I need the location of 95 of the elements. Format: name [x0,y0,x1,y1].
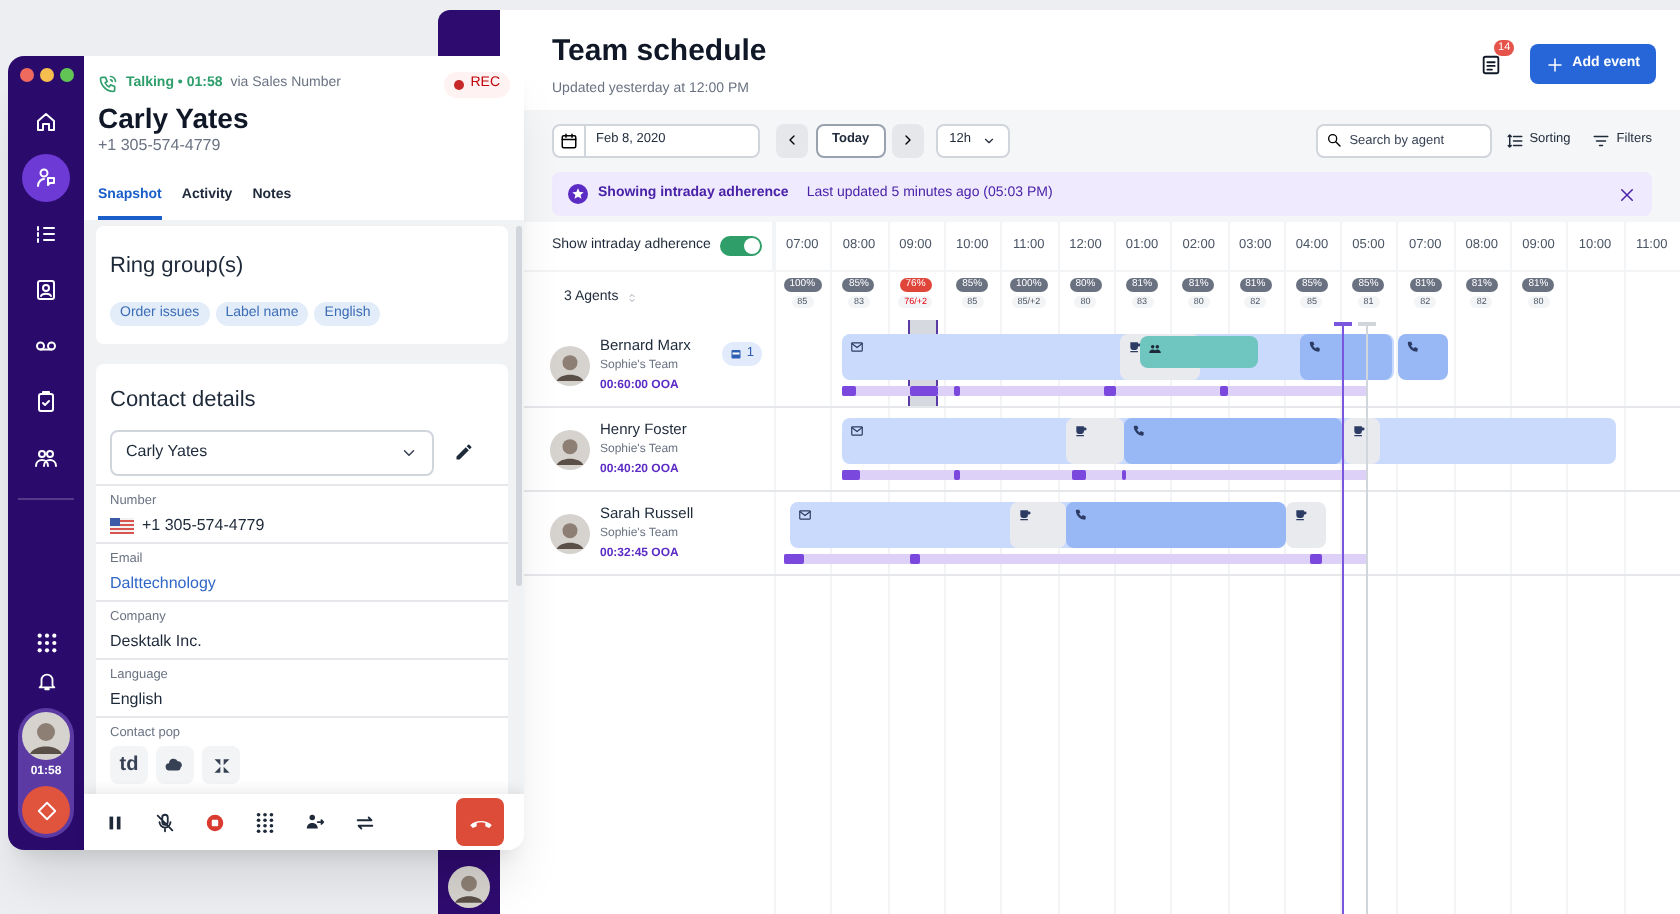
transfer-button[interactable] [304,811,326,833]
previous-button[interactable] [776,123,808,157]
hang-up-button[interactable] [456,798,504,846]
agent-icon [34,166,58,190]
record-icon [204,811,226,833]
diamond-icon [35,799,57,821]
reference-time-marker [1358,322,1376,326]
notes-icon [1480,54,1503,76]
contact-select[interactable]: Carly Yates [110,429,434,475]
sort-arrows-icon [626,292,639,304]
list-icon [34,222,58,246]
plus-icon [1546,55,1565,73]
phone-icon [1406,340,1420,354]
out-of-adherence-mark [1072,470,1086,480]
email-link[interactable]: Dalttechnology [110,572,216,597]
adherence-toggle[interactable] [720,236,763,256]
cup-icon [1352,424,1366,438]
out-of-adherence-mark [1220,386,1228,396]
current-time-marker [1334,322,1352,326]
page-title: Team schedule [552,32,767,72]
out-of-adherence-mark [1104,386,1116,396]
people-arrow-icon [304,811,326,833]
cup-icon [1294,508,1308,522]
edit-button[interactable] [454,442,474,462]
mail-icon [850,340,864,354]
cup-icon [1074,424,1088,438]
field-value: +1 305-574-4779 [142,514,265,539]
pencil-icon [454,442,474,462]
notes-button[interactable] [1480,54,1503,76]
nav-button[interactable] [22,154,70,202]
people-icon [1148,342,1162,356]
next-button[interactable] [891,123,924,157]
star-icon [568,184,588,204]
bell-icon [35,670,57,692]
cup-icon [1018,508,1032,522]
caller-name: Carly Yates [98,101,251,133]
app-button[interactable] [202,746,240,785]
record-button[interactable] [204,811,226,833]
cup-icon [1128,340,1142,354]
field-value: Desktalk Inc. [110,630,202,655]
chevron-left-icon [784,132,800,148]
card-title: Contact details [108,386,258,416]
hold-button[interactable] [104,811,126,833]
pause-icon [104,811,126,833]
avatar [550,513,590,553]
phone-icon [1074,508,1088,522]
swap-arrows-icon [354,811,376,833]
out-of-adherence-mark [910,554,920,564]
keypad-icon [35,632,57,654]
sort-icon [1505,131,1524,149]
phone-icon [1132,424,1146,438]
out-of-adherence-mark [842,386,856,396]
chevron-down-icon [981,133,996,147]
calendar-icon [560,131,578,149]
keypad-button[interactable] [254,811,276,833]
avatar [22,712,70,760]
app-button[interactable]: td [110,746,148,785]
filter-icon [1592,131,1611,149]
out-of-adherence-mark [1122,470,1126,480]
call-action-button[interactable] [22,786,70,834]
microphone-off-icon [154,811,176,833]
team-icon [34,446,58,470]
card-title: Ring group(s) [110,252,246,282]
caller-phone: +1 305-574-4779 [98,134,223,157]
out-of-adherence-mark [954,470,960,480]
out-of-adherence-mark [954,386,960,396]
phone-icon [98,74,118,95]
mail-icon [798,508,812,522]
app-button[interactable] [156,746,194,785]
mail-icon [850,424,864,438]
flag-icon [110,518,134,535]
swap-button[interactable] [354,811,376,833]
mute-button[interactable] [154,811,176,833]
out-of-adherence-mark [910,386,938,396]
close-icon [1618,185,1636,203]
home-icon [34,110,58,134]
avatar [448,866,490,908]
search-icon [1325,132,1342,148]
clipboard-icon [34,390,58,414]
field-value: English [110,688,163,713]
out-of-adherence-mark [784,554,804,564]
record-dot-icon [454,79,465,90]
close-button[interactable] [1618,185,1636,203]
cloud-icon [164,754,186,777]
notifications-button[interactable] [35,670,57,692]
cross-arrows-icon [211,755,231,776]
out-of-adherence-mark [1310,554,1322,564]
calendar-icon [730,347,743,360]
contact-card-icon [34,278,58,302]
out-of-adherence-mark [842,470,860,480]
keypad-icon [254,811,276,833]
keypad-button[interactable] [35,632,57,654]
avatar [550,345,590,385]
avatar [550,429,590,469]
phone-icon [1308,340,1322,354]
